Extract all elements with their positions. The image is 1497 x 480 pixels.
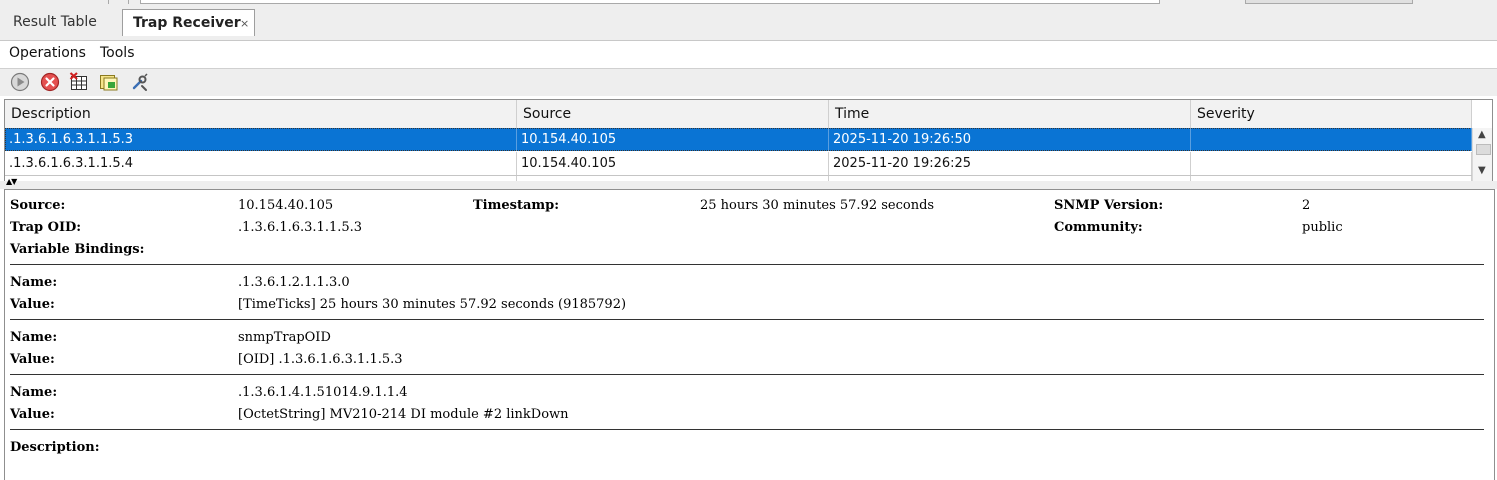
trap-oid-value: .1.3.6.1.6.3.1.1.5.3 <box>238 220 363 235</box>
menu-tools[interactable]: Tools <box>100 45 135 61</box>
partial-toolbar-separator <box>128 0 129 4</box>
binding-name-label: Name: <box>10 330 58 345</box>
split-pane-divider[interactable]: ▲▼ <box>0 178 1497 189</box>
binding-name: .1.3.6.1.4.1.51014.9.1.1.4 <box>238 385 408 400</box>
trap-details-panel: Source: 10.154.40.105 Timestamp: 25 hour… <box>4 189 1495 480</box>
column-header-description[interactable]: Description <box>5 100 517 128</box>
cell-time: 2025-11-20 19:26:50 <box>829 128 1191 151</box>
partial-button[interactable] <box>1245 0 1413 4</box>
cell-severity <box>1191 128 1472 151</box>
binding-name: .1.3.6.1.2.1.1.3.0 <box>238 275 350 290</box>
scroll-down-icon[interactable]: ▼ <box>1478 165 1486 176</box>
stop-icon[interactable] <box>40 72 60 92</box>
scroll-up-icon[interactable]: ▲ <box>1478 129 1486 140</box>
divider <box>10 374 1484 375</box>
settings-icon[interactable] <box>130 72 150 92</box>
cell-severity <box>1191 152 1472 175</box>
partial-toolbar-separator <box>108 0 109 4</box>
collapse-expand-icon[interactable]: ▲▼ <box>6 178 17 186</box>
description-label: Description: <box>10 440 100 455</box>
table-row[interactable]: .1.3.6.1.6.3.1.1.5.3 10.154.40.105 2025-… <box>5 128 1472 151</box>
tab-result-table[interactable]: Result Table <box>1 9 119 36</box>
cell-description: .1.3.6.1.6.3.1.1.5.3 <box>5 128 517 151</box>
tab-trap-receiver-label: Trap Receiver <box>133 15 241 31</box>
binding-value-label: Value: <box>10 297 55 312</box>
table-header: Description Source Time Severity <box>5 100 1472 129</box>
view-details-icon[interactable] <box>99 72 119 92</box>
clear-table-icon[interactable] <box>69 72 89 92</box>
close-icon[interactable]: × <box>240 10 249 37</box>
trap-table: Description Source Time Severity .1.3.6.… <box>4 99 1493 182</box>
timestamp-label: Timestamp: <box>473 198 560 213</box>
cell-time: 2025-11-20 19:26:25 <box>829 152 1191 175</box>
divider <box>10 429 1484 430</box>
scrollbar-thumb[interactable] <box>1476 144 1491 155</box>
play-icon[interactable] <box>10 72 30 92</box>
column-header-time[interactable]: Time <box>829 100 1191 128</box>
source-value: 10.154.40.105 <box>238 198 334 213</box>
binding-value: [OctetString] MV210-214 DI module #2 lin… <box>238 407 569 422</box>
toolbar <box>0 69 1497 96</box>
menu-bar: Operations Tools <box>0 41 1497 69</box>
cell-description: .1.3.6.1.6.3.1.1.5.4 <box>5 152 517 175</box>
cell-source: 10.154.40.105 <box>517 152 829 175</box>
divider <box>10 264 1484 265</box>
menu-operations[interactable]: Operations <box>9 45 86 61</box>
binding-value: [TimeTicks] 25 hours 30 minutes 57.92 se… <box>238 297 627 312</box>
binding-value: [OID] .1.3.6.1.6.3.1.1.5.3 <box>238 352 403 367</box>
tab-trap-receiver[interactable]: Trap Receiver × <box>122 9 255 36</box>
binding-value-label: Value: <box>10 352 55 367</box>
column-header-source[interactable]: Source <box>517 100 829 128</box>
community-label: Community: <box>1054 220 1143 235</box>
snmp-version-label: SNMP Version: <box>1054 198 1164 213</box>
cell-source: 10.154.40.105 <box>517 128 829 151</box>
column-header-severity[interactable]: Severity <box>1191 100 1472 128</box>
source-label: Source: <box>10 198 66 213</box>
community-value: public <box>1302 220 1343 235</box>
binding-name-label: Name: <box>10 385 58 400</box>
divider <box>10 319 1484 320</box>
binding-name: snmpTrapOID <box>238 330 331 345</box>
tab-result-table-label: Result Table <box>13 14 97 30</box>
partial-address-field[interactable] <box>140 0 1160 4</box>
snmp-version-value: 2 <box>1302 198 1311 213</box>
variable-bindings-label: Variable Bindings: <box>10 242 145 257</box>
trap-oid-label: Trap OID: <box>10 220 82 235</box>
table-row[interactable]: .1.3.6.1.6.3.1.1.5.4 10.154.40.105 2025-… <box>5 152 1472 176</box>
tab-strip: Result Table Trap Receiver × <box>0 0 1497 41</box>
table-scrollbar[interactable]: ▲ ▼ <box>1472 128 1492 181</box>
timestamp-value: 25 hours 30 minutes 57.92 seconds <box>700 198 935 213</box>
binding-value-label: Value: <box>10 407 55 422</box>
binding-name-label: Name: <box>10 275 58 290</box>
